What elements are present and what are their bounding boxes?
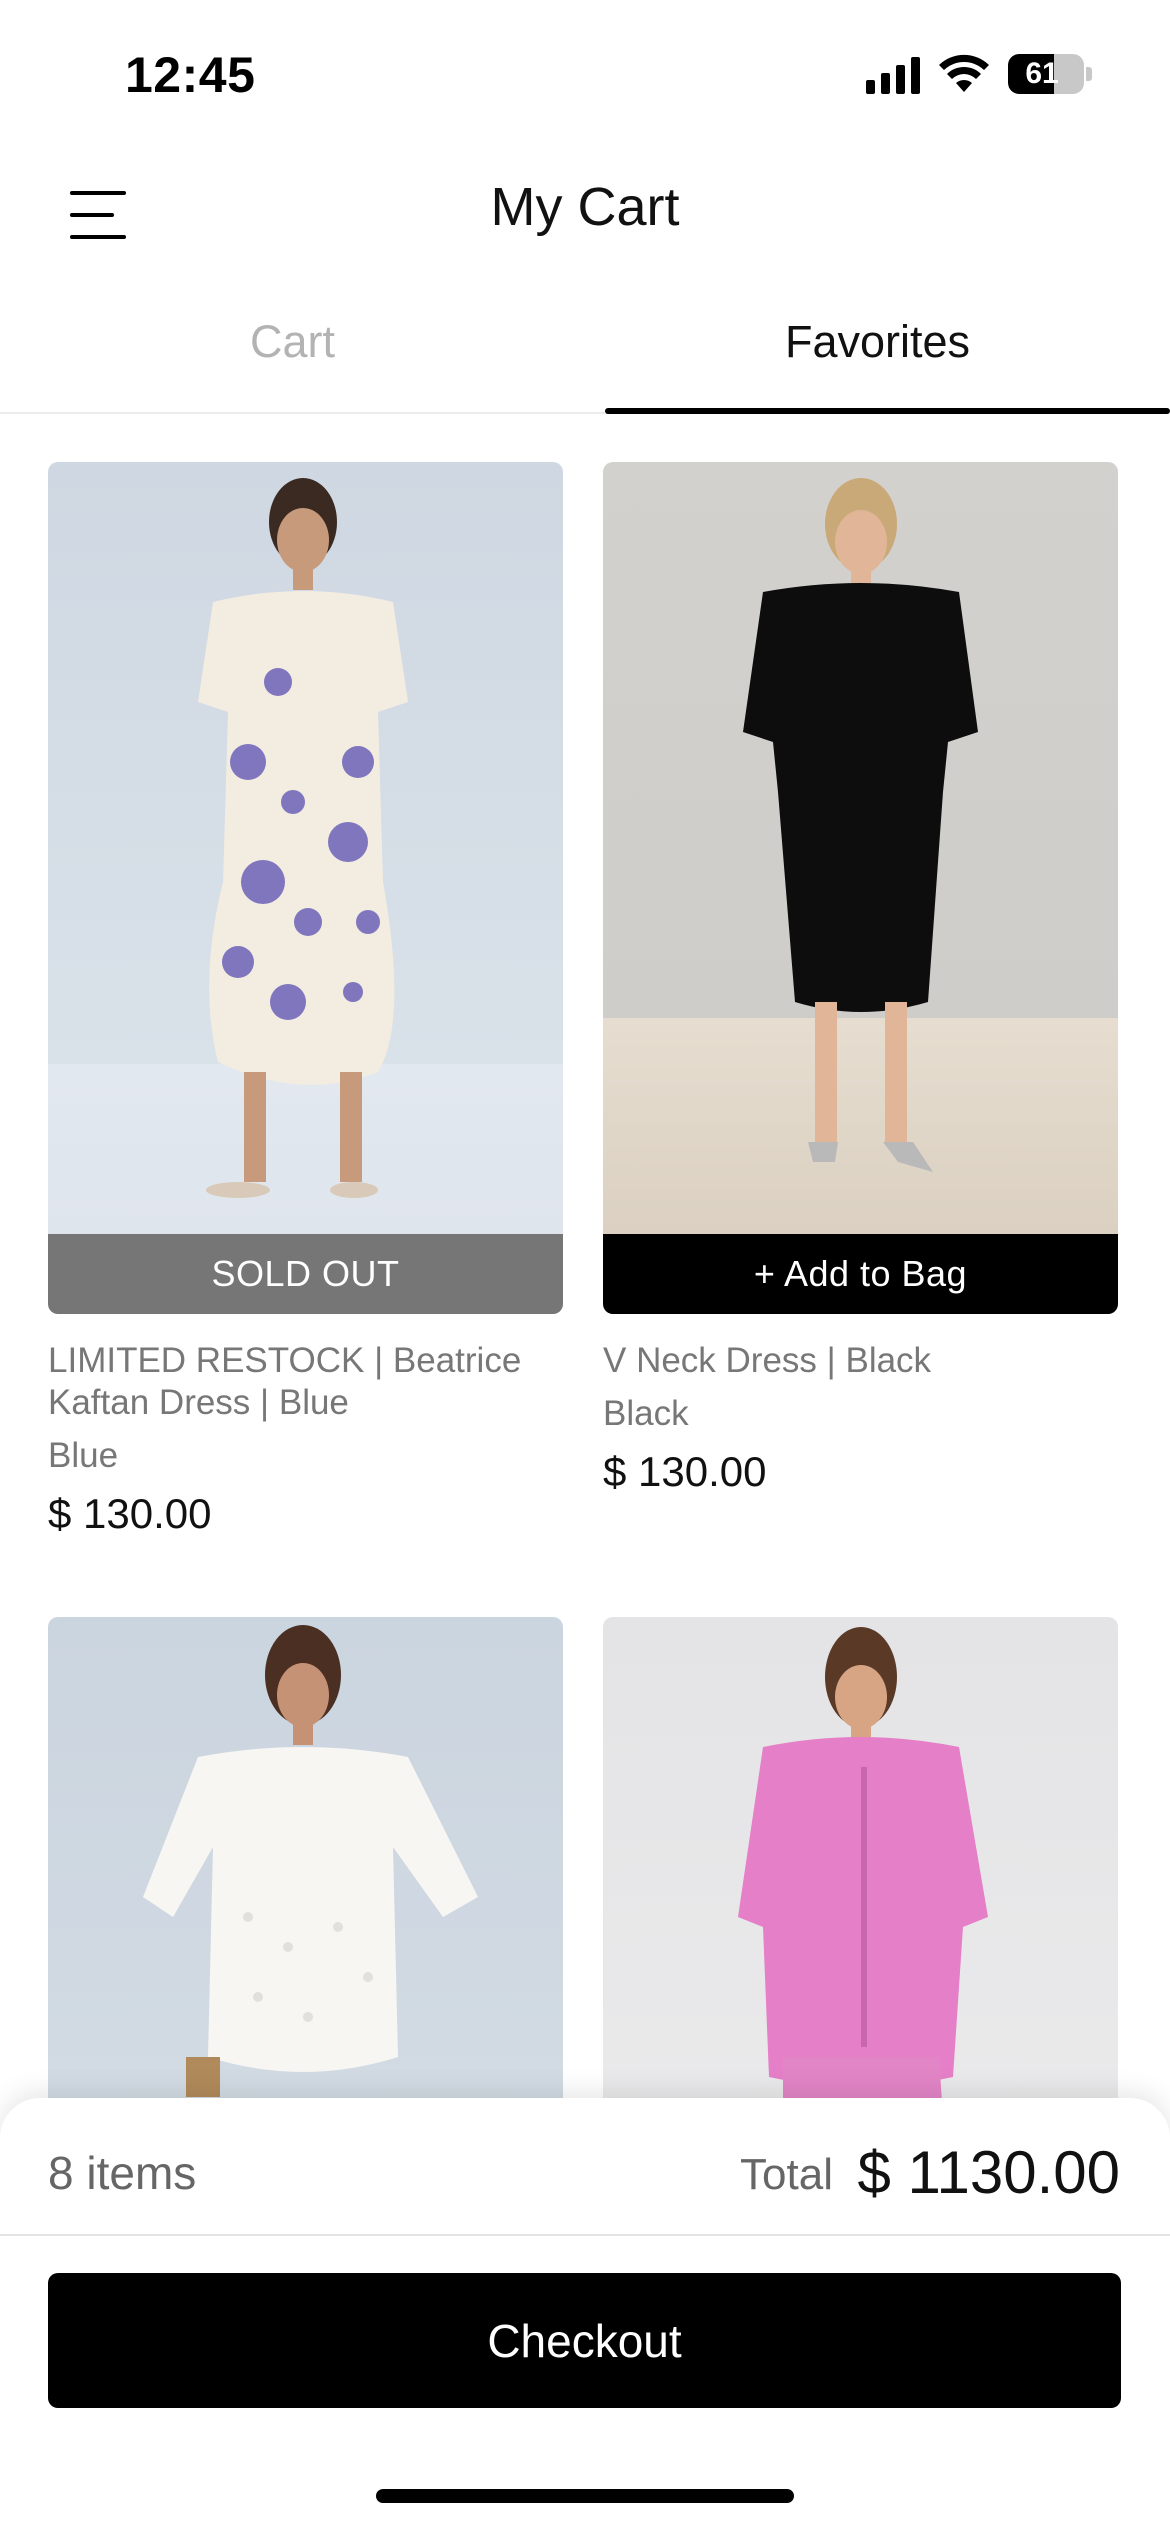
battery-level: 61	[1025, 57, 1059, 90]
kaftan-dress-photo	[198, 478, 408, 1198]
cellular-signal-icon	[866, 54, 920, 94]
total-value: $ 1130.00	[857, 2139, 1120, 2206]
add-to-bag-button[interactable]: + Add to Bag	[603, 1234, 1118, 1314]
product-name[interactable]: V Neck Dress | Black	[603, 1340, 1118, 1382]
home-indicator[interactable]	[376, 2489, 794, 2503]
product-name[interactable]: LIMITED RESTOCK | Beatrice Kaftan Dress …	[48, 1340, 563, 1424]
checkout-button[interactable]: Checkout	[48, 2273, 1121, 2408]
page-title: My Cart	[490, 177, 680, 237]
product-image[interactable]	[603, 462, 1118, 1234]
battery-icon: 61	[1008, 54, 1092, 94]
product-image[interactable]	[48, 462, 563, 1234]
order-summary: 8 items Total $ 1130.00	[0, 2098, 1170, 2236]
checkout-sheet: 8 items Total $ 1130.00 Checkout	[0, 2098, 1170, 2532]
status-bar: 12:45 61	[0, 0, 1170, 150]
product-card[interactable]: SOLD OUT LIMITED RESTOCK | Beatrice Kaft…	[48, 462, 563, 1538]
product-price: $ 130.00	[603, 1448, 767, 1495]
product-color: Blue	[48, 1436, 119, 1475]
black-dress-photo	[743, 478, 978, 1172]
header: My Cart	[0, 150, 1170, 270]
items-count: 8 items	[48, 2147, 197, 2199]
sold-out-label: SOLD OUT	[48, 1234, 563, 1314]
status-time: 12:45	[125, 47, 256, 103]
tab-bar: Cart Favorites	[0, 290, 1170, 414]
tab-favorites[interactable]: Favorites	[585, 290, 1170, 414]
product-color: Black	[603, 1394, 689, 1433]
product-card[interactable]: + Add to Bag V Neck Dress | Black Black …	[603, 462, 1118, 1496]
status-icons: 61	[866, 54, 1092, 94]
product-price: $ 130.00	[48, 1490, 212, 1537]
wifi-icon	[939, 54, 989, 92]
total-label: Total	[740, 2150, 833, 2199]
tab-cart[interactable]: Cart	[0, 290, 585, 412]
